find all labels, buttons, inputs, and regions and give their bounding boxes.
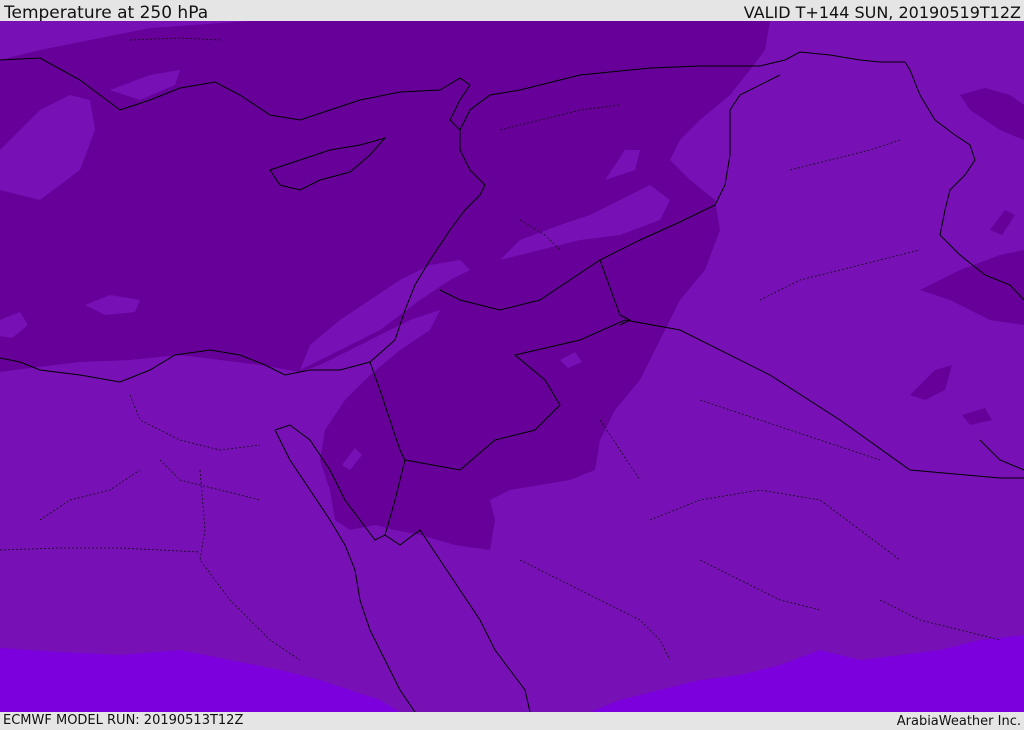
map-area[interactable] <box>0 21 1024 712</box>
map-title: Temperature at 250 hPa <box>4 3 209 23</box>
footer-bar: ECMWF MODEL RUN: 20190513T12Z ArabiaWeat… <box>0 712 1024 729</box>
model-run: ECMWF MODEL RUN: 20190513T12Z <box>3 713 244 728</box>
credit: ArabiaWeather Inc. <box>896 714 1021 729</box>
temperature-map <box>0 21 1024 712</box>
valid-time: VALID T+144 SUN, 20190519T12Z <box>743 3 1021 22</box>
header-bar: Temperature at 250 hPa VALID T+144 SUN, … <box>0 0 1024 23</box>
